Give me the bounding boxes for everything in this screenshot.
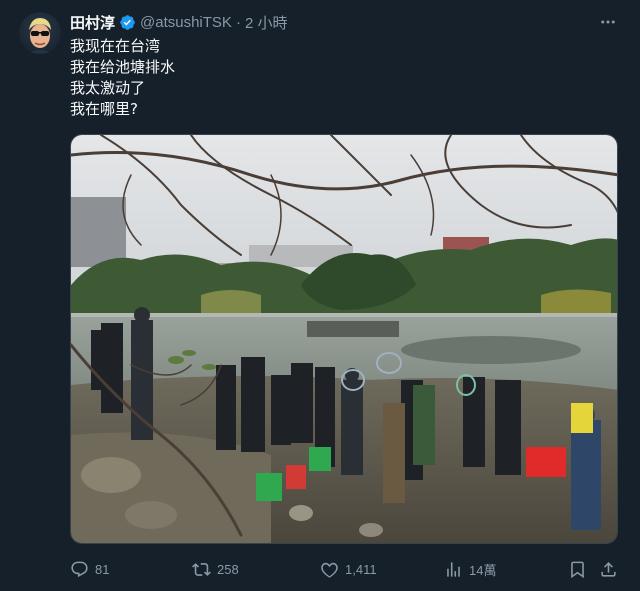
retweet-count: 258	[217, 561, 239, 577]
heart-icon	[321, 562, 338, 578]
separator-dot: ·	[235, 13, 241, 31]
tweet-line: 我在给池塘排水	[70, 58, 176, 76]
more-dots-icon[interactable]	[598, 12, 618, 32]
tweet-text: 我现在在台湾 我在给池塘排水 我太激动了 我在哪里?	[70, 36, 610, 120]
views-bar-chart-icon	[447, 561, 460, 577]
reply-count: 81	[95, 561, 110, 577]
tweet-line: 我在哪里?	[70, 100, 138, 118]
reply-button[interactable]: 81	[70, 557, 109, 581]
tweet-card[interactable]: 田村淳 @atsushiTSK · 2 小時 我现在在台湾 我在给池塘排水 我太…	[0, 0, 640, 591]
pond-draining-photo	[71, 135, 617, 543]
tweet-photo[interactable]	[70, 134, 618, 544]
display-name[interactable]: 田村淳	[70, 12, 115, 33]
tweet-actions: 81 258 1,411 14萬	[70, 557, 618, 581]
share-icon	[601, 561, 616, 577]
view-count: 14萬	[469, 562, 497, 578]
retweet-button[interactable]: 258	[192, 557, 239, 581]
avatar-image	[27, 18, 53, 54]
handle[interactable]: @atsushiTSK	[140, 14, 232, 31]
verified-badge-icon	[119, 14, 136, 31]
retweet-icon	[192, 562, 211, 576]
views-button[interactable]: 14萬	[444, 557, 496, 581]
timestamp[interactable]: 2 小時	[245, 12, 288, 33]
share-button[interactable]	[599, 557, 624, 581]
like-button[interactable]: 1,411	[320, 557, 377, 581]
bookmark-button[interactable]	[568, 557, 593, 581]
bookmark-icon	[571, 561, 584, 578]
tweet-line: 我太激动了	[70, 79, 146, 97]
tweet-line: 我现在在台湾	[70, 37, 161, 55]
like-count: 1,411	[345, 561, 377, 577]
avatar[interactable]	[19, 12, 61, 54]
reply-icon	[71, 561, 88, 577]
tweet-header: 田村淳 @atsushiTSK · 2 小時	[70, 12, 287, 32]
